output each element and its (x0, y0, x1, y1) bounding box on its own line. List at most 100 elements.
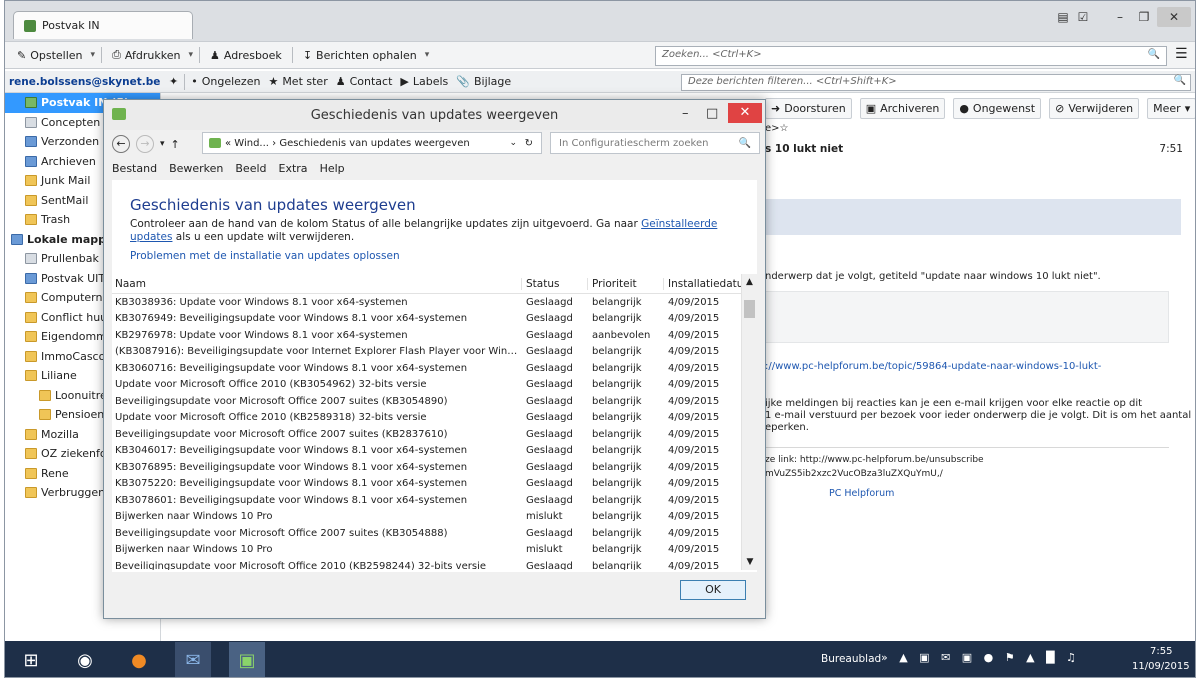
start-windows-icon[interactable]: ⊞ (13, 642, 49, 677)
forward-button[interactable]: ➜ Doorsturen (765, 97, 852, 119)
search-icon: 🔍 (738, 137, 751, 149)
update-name: Beveiligingsupdate voor Microsoft Office… (115, 395, 448, 407)
junk-button[interactable]: ● Ongewenst (953, 97, 1042, 119)
table-row[interactable]: Beveiligingsupdate voor Microsoft Office… (112, 558, 757, 570)
menu-extra[interactable]: Extra (279, 162, 308, 175)
table-row[interactable]: Bijwerken naar Windows 10 Pro mislukt bela… (112, 509, 757, 526)
update-status: Geslaagd (526, 461, 573, 473)
tab-postvak-in[interactable]: Postvak IN (13, 11, 193, 39)
get-mail-button[interactable]: ↧ Berichten ophalen (299, 47, 421, 64)
maximize-button[interactable]: □ (706, 106, 718, 121)
forward-button[interactable]: → (136, 135, 154, 153)
scroll-up-icon[interactable]: ▲ (742, 274, 757, 290)
menu-bewerken[interactable]: Bewerken (169, 162, 223, 175)
back-button[interactable]: ← (112, 135, 130, 153)
update-date: 4/09/2015 (668, 412, 720, 424)
menu-icon[interactable]: ☰ (1175, 46, 1188, 62)
table-row[interactable]: (KB3087916): Beveiligingsupdate voor Int… (112, 344, 757, 361)
firefox-icon[interactable]: ● (121, 642, 157, 677)
table-row[interactable]: Update voor Microsoft Office 2010 (KB305… (112, 377, 757, 394)
column-priority[interactable]: Prioriteit (588, 277, 664, 290)
folder-label: Mozilla (41, 427, 79, 441)
menu-beeld[interactable]: Beeld (235, 162, 266, 175)
filter-unread[interactable]: • Ongelezen (187, 73, 264, 90)
filter-attachment[interactable]: 📎 Bijlage (452, 73, 515, 90)
message-subject: s 10 lukt niet (765, 143, 844, 155)
scroll-thumb[interactable] (744, 300, 755, 318)
addressbook-button[interactable]: ♟ Adresboek (206, 47, 286, 64)
dialog-menubar: Bestand Bewerken Beeld Extra Help (112, 158, 345, 178)
ok-button[interactable]: OK (680, 580, 746, 600)
table-row[interactable]: KB3038936: Update voor Windows 8.1 voor … (112, 294, 757, 311)
table-row[interactable]: Beveiligingsupdate voor Microsoft Office… (112, 525, 757, 542)
archive-button[interactable]: ▣ Archiveren (859, 97, 946, 119)
folder-icon (25, 428, 37, 440)
more-button[interactable]: Meer ▾ (1147, 97, 1195, 119)
tray-icons[interactable]: » ▲ ▣ ✉ ▣ ● ⚑ ▲ █ ♫ (881, 651, 1080, 664)
print-dropdown[interactable]: ▾ (188, 50, 193, 60)
pin-icon[interactable]: ✦ (169, 75, 178, 88)
up-button[interactable]: ↑ (171, 138, 180, 151)
message-line: eperken. (765, 422, 809, 433)
menu-help[interactable]: Help (320, 162, 345, 175)
filter-labels[interactable]: ▶ Labels (396, 73, 452, 90)
print-button[interactable]: ⎙ Afdrukken (108, 46, 184, 64)
desktop-label[interactable]: Bureaublad (821, 653, 881, 665)
table-row[interactable]: KB3076949: Beveiligingsupdate voor Windo… (112, 311, 757, 328)
table-row[interactable]: Bijwerken naar Windows 10 Pro mislukt bela… (112, 542, 757, 559)
compose-button[interactable]: ✎ Opstellen (13, 47, 87, 64)
close-button[interactable]: ✕ (1157, 7, 1191, 27)
thunderbird-icon[interactable]: ✉ (175, 642, 211, 677)
chevron-down-icon[interactable]: ⌄ (509, 138, 517, 148)
refresh-icon[interactable]: ↻ (525, 138, 533, 149)
control-panel-search-input[interactable]: In Configuratiescherm zoeken 🔍 (550, 132, 760, 154)
account-label[interactable]: rene.bolssens@skynet.be (5, 76, 165, 88)
table-row[interactable]: Update voor Microsoft Office 2010 (KB258… (112, 410, 757, 427)
maximize-button[interactable]: ❐ (1133, 7, 1155, 27)
close-button[interactable]: ✕ (728, 103, 762, 123)
trash-icon (25, 253, 37, 265)
signature[interactable]: PC Helpforum (829, 488, 894, 499)
calendar-icon[interactable]: ▤ (1055, 7, 1071, 27)
table-row[interactable]: KB3078601: Beveiligingsupdate voor Windo… (112, 492, 757, 509)
table-row[interactable]: KB2976978: Update voor Windows 8.1 voor … (112, 327, 757, 344)
scroll-down-icon[interactable]: ▼ (742, 554, 757, 570)
menu-bestand[interactable]: Bestand (112, 162, 157, 175)
clock-date[interactable]: 11/09/2015 (1132, 661, 1190, 672)
table-row[interactable]: KB3075220: Beveiligingsupdate voor Windo… (112, 476, 757, 493)
star-outline-icon[interactable]: ☆ (780, 123, 789, 134)
update-priority: belangrijk (592, 560, 642, 570)
filter-starred[interactable]: ★ Met ster (264, 73, 331, 90)
gnome-app-icon[interactable]: ◉ (67, 642, 103, 677)
table-row[interactable]: KB3060716: Beveiligingsupdate voor Windo… (112, 360, 757, 377)
search-input[interactable]: Zoeken... <Ctrl+K> 🔍 (655, 46, 1167, 66)
update-priority: belangrijk (592, 412, 642, 424)
table-row[interactable]: Beveiligingsupdate voor Microsoft Office… (112, 426, 757, 443)
vertical-scrollbar[interactable]: ▲ ▼ (741, 274, 757, 570)
compose-dropdown[interactable]: ▾ (91, 50, 96, 60)
sent-icon (25, 136, 37, 148)
forward-icon: ➜ (771, 101, 781, 115)
update-date: 4/09/2015 (668, 445, 720, 457)
address-bar[interactable]: « Wind... › Geschiedenis van updates wee… (202, 132, 542, 154)
table-row[interactable]: Beveiligingsupdate voor Microsoft Office… (112, 393, 757, 410)
recent-dropdown[interactable]: ▾ (160, 139, 165, 149)
control-panel-icon[interactable]: ▣ (229, 642, 265, 677)
column-status[interactable]: Status (522, 277, 588, 290)
message-from: e>☆ (765, 123, 789, 134)
column-install-date[interactable]: Installatiedatum (664, 278, 754, 290)
topic-link[interactable]: ://www.pc-helpforum.be/topic/59864-updat… (765, 361, 1101, 372)
delete-button[interactable]: ⊘ Verwijderen (1049, 97, 1140, 119)
tasks-icon[interactable]: ☑ (1075, 7, 1091, 27)
filter-input[interactable]: Deze berichten filteren... <Ctrl+Shift+K… (681, 74, 1191, 91)
get-mail-dropdown[interactable]: ▾ (425, 50, 430, 60)
minimize-button[interactable]: – (1109, 7, 1131, 27)
column-name[interactable]: Naam (112, 277, 522, 290)
table-row[interactable]: KB3076895: Beveiligingsupdate voor Windo… (112, 459, 757, 476)
folder-label: Archieven (41, 154, 96, 168)
troubleshoot-link[interactable]: Problemen met de installatie van updates… (130, 250, 400, 262)
clock-time[interactable]: 7:55 (1150, 646, 1172, 657)
filter-contact[interactable]: ♟ Contact (332, 73, 397, 90)
minimize-button[interactable]: – (682, 106, 689, 121)
table-row[interactable]: KB3046017: Beveiligingsupdate voor Windo… (112, 443, 757, 460)
